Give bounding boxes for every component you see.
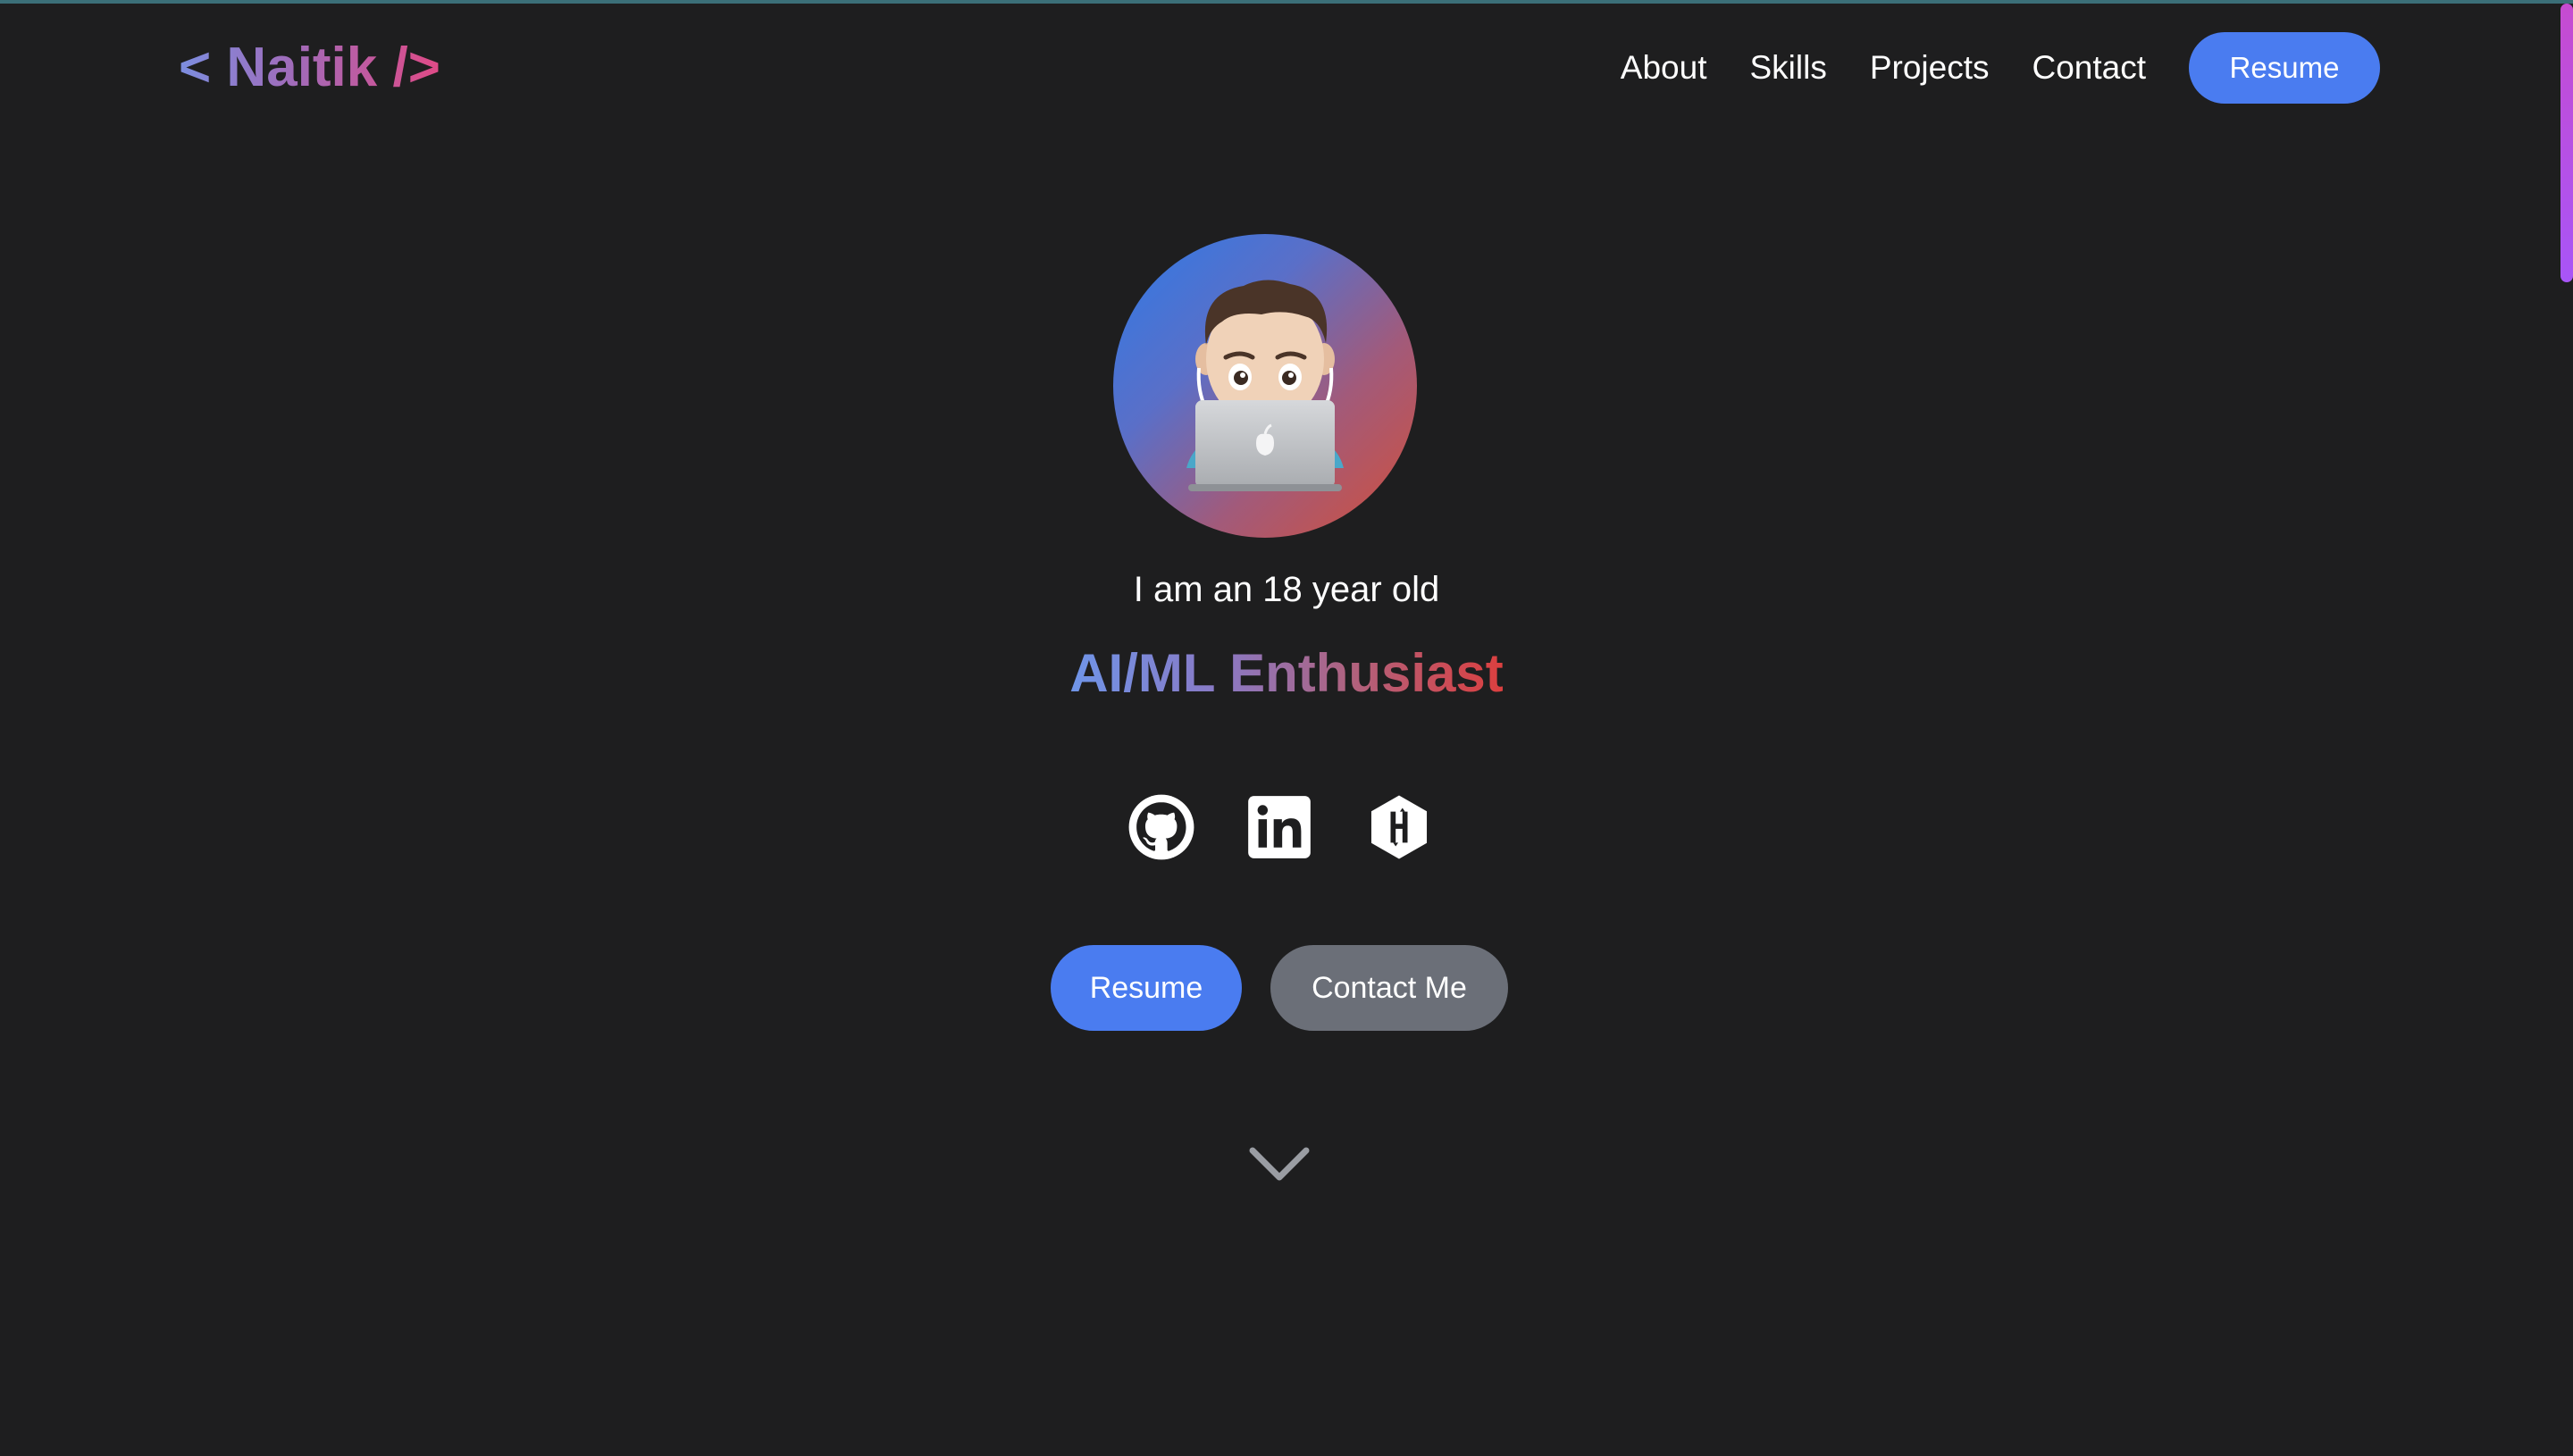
logo[interactable]: < Naitik /> (179, 36, 440, 100)
nav-link-about[interactable]: About (1621, 49, 1707, 87)
nav-link-skills[interactable]: Skills (1749, 49, 1826, 87)
page: < Naitik /> About Skills Projects Contac… (0, 0, 2573, 1456)
nav-link-contact[interactable]: Contact (2032, 49, 2146, 87)
linkedin-icon[interactable] (1245, 793, 1313, 861)
social-link-github[interactable] (1127, 791, 1195, 863)
nav-resume-button[interactable]: Resume (2189, 32, 2380, 104)
role-title-text: AI/ML Enthusiast (1069, 643, 1504, 703)
scrollbar[interactable] (2557, 0, 2573, 1456)
social-link-hackerrank[interactable] (1365, 791, 1433, 863)
social-link-linkedin[interactable] (1245, 791, 1313, 863)
scrollbar-thumb[interactable] (2560, 4, 2573, 282)
chevron-down-icon[interactable] (1249, 1147, 1310, 1183)
intro-text: I am an 18 year old (1133, 570, 1440, 609)
contact-me-button[interactable]: Contact Me (1270, 945, 1508, 1031)
resume-button[interactable]: Resume (1051, 945, 1242, 1031)
hackerrank-icon[interactable] (1365, 793, 1433, 861)
memoji-with-laptop-icon (1186, 280, 1344, 491)
role-title: AI/ML Enthusiast (0, 640, 2573, 707)
avatar (1113, 234, 1417, 538)
github-icon[interactable] (1127, 793, 1195, 861)
top-border (0, 0, 2573, 4)
nav-link-projects[interactable]: Projects (1870, 49, 1990, 87)
nav-bar: About Skills Projects Contact Resume (1621, 32, 2380, 104)
